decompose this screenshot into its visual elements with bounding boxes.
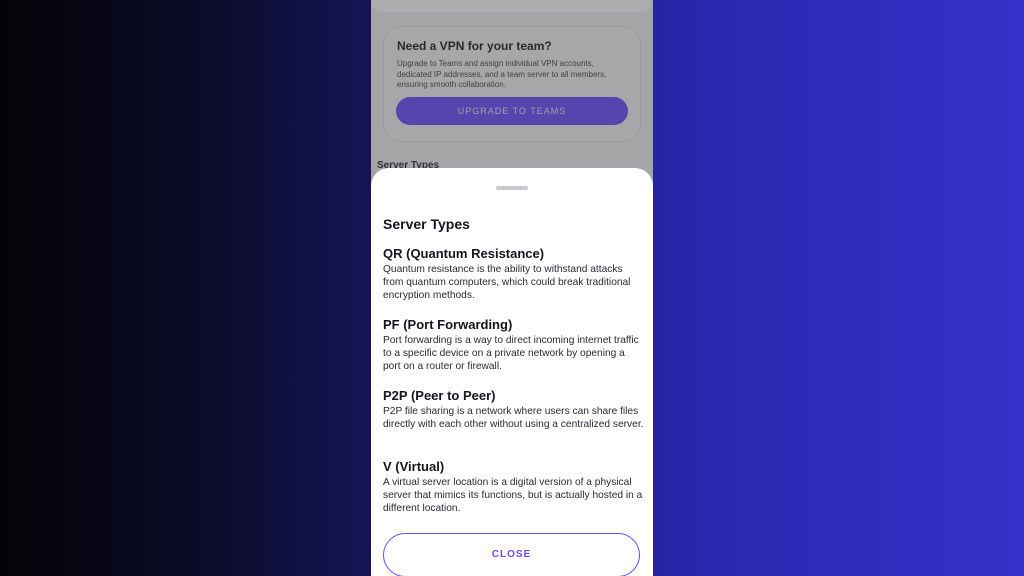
server-type-item: P2P (Peer to Peer) P2P file sharing is a… xyxy=(383,388,645,432)
server-type-item: QR (Quantum Resistance) Quantum resistan… xyxy=(383,246,645,302)
server-type-description: Quantum resistance is the ability to wit… xyxy=(383,264,631,301)
server-type-name: PF (Port Forwarding) xyxy=(383,317,513,332)
server-type-name: V (Virtual) xyxy=(383,459,445,474)
phone-screen: Need a VPN for your team? Upgrade to Tea… xyxy=(371,0,653,576)
server-type-name: P2P (Peer to Peer) xyxy=(383,388,496,403)
server-type-description: Port forwarding is a way to direct incom… xyxy=(383,335,639,372)
sheet-title: Server Types xyxy=(383,216,470,232)
server-type-description: P2P file sharing is a network where user… xyxy=(383,406,644,430)
close-button[interactable]: CLOSE xyxy=(383,533,640,576)
server-type-item: V (Virtual) A virtual server location is… xyxy=(383,459,645,515)
server-type-item: PF (Port Forwarding) Port forwarding is … xyxy=(383,317,645,373)
sheet-drag-handle[interactable] xyxy=(496,186,528,190)
server-type-description: A virtual server location is a digital v… xyxy=(383,477,643,514)
server-types-bottom-sheet: Server Types QR (Quantum Resistance) Qua… xyxy=(371,168,653,576)
server-type-name: QR (Quantum Resistance) xyxy=(383,246,545,261)
